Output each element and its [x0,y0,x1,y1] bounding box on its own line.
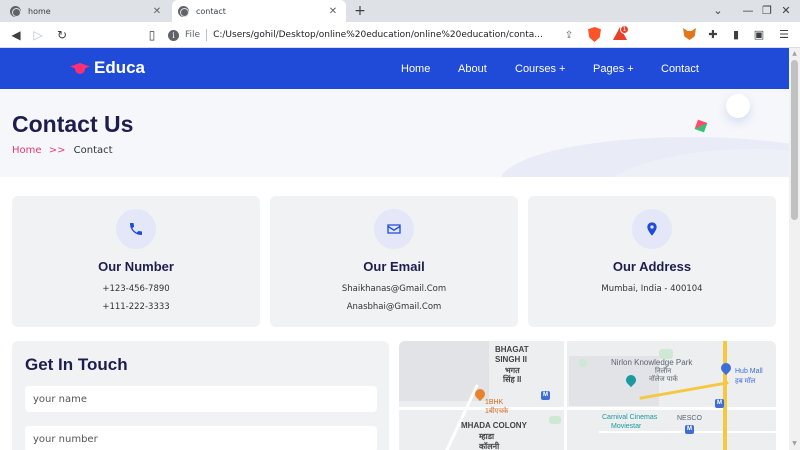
back-icon[interactable]: ◀ [6,25,26,45]
address-bar[interactable]: i File C:/Users/gohil/Desktop/online%20e… [168,25,576,45]
card-title: Our Email [363,259,425,274]
name-input[interactable] [25,386,377,412]
map-label: हब मॉल [735,378,756,385]
graduation-cap-icon [70,61,90,75]
card-title: Our Address [612,259,692,274]
email-card: Our Email Shaikhanas@Gmail.Com Anasbhai@… [270,196,518,327]
nav-contact[interactable]: Contact [661,48,699,89]
nav-courses[interactable]: Courses + [515,48,565,89]
map-label: SINGH II [495,355,528,364]
map-label: Nirlon Knowledge Park [611,358,693,367]
divider [206,29,208,41]
number-input[interactable] [25,426,377,450]
metro-station-icon: M [541,391,550,400]
email-address: Anasbhai@Gmail.Com [346,302,442,312]
nav-pages[interactable]: Pages + [593,48,634,89]
scroll-down-icon[interactable]: ▼ [789,440,800,448]
map-label: नॉलेज पार्क [649,376,678,383]
number-card: Our Number +123-456-7890 +111-222-3333 [12,196,260,327]
window-close-icon[interactable]: ✕ [768,0,800,22]
reload-icon[interactable]: ↻ [52,25,72,45]
close-icon[interactable]: ✕ [150,6,164,17]
browser-toolbar: ◀ ▷ ↻ ▯ i File C:/Users/gohil/Desktop/on… [0,22,800,48]
decorative-cube [694,119,708,133]
address-line: Mumbai, India - 400104 [601,284,703,294]
bookmark-icon[interactable]: ▯ [142,25,162,45]
map-label: MHADA COLONY [461,421,527,430]
globe-icon [178,5,189,17]
brand-name: Educa [94,58,146,77]
wallet-icon[interactable]: ▣ [750,26,768,44]
globe-icon [10,5,21,17]
phone-icon [116,209,156,249]
breadcrumb-separator: >> [48,145,66,156]
decorative-circle [726,94,750,118]
map-label: 1BHK [485,399,504,406]
phone-number: +111-222-3333 [102,302,170,312]
page-viewport: Educa Home About Courses + Pages + Conta… [0,48,789,450]
map-label: सिंह II [503,375,522,384]
brave-shield-icon[interactable] [588,27,601,42]
breadcrumb-current: Contact [73,145,113,156]
map-label: Carnival Cinemas [602,414,658,421]
phone-number: +123-456-7890 [102,284,170,294]
breadcrumb-home-link[interactable]: Home [12,145,42,156]
breadcrumb: Home >> Contact [12,145,113,156]
metro-station-icon: M [715,399,724,408]
sidebar-icon[interactable]: ▮ [727,26,745,44]
page-header: Contact Us Home >> Contact [0,89,789,177]
map-highway [723,341,727,450]
nav-home[interactable]: Home [401,48,430,89]
map-label: Hub Mall [735,368,763,375]
metro-station-icon: M [685,425,694,434]
page-title: Contact Us [12,111,134,137]
email-address: Shaikhanas@Gmail.Com [341,284,447,294]
info-icon[interactable]: i [168,29,179,41]
url-text[interactable]: C:/Users/gohil/Desktop/online%20educatio… [213,30,562,40]
scroll-up-icon[interactable]: ▲ [789,50,800,58]
location-pin-icon [632,209,672,249]
puzzle-icon[interactable]: ✚ [704,26,722,44]
map-label: NESCO [677,415,702,422]
contact-form: Get In Touch [12,341,389,450]
card-title: Our Number [98,259,174,274]
plus-icon[interactable]: + [352,2,368,20]
close-icon[interactable]: ✕ [326,6,340,17]
menu-icon[interactable]: ☰ [775,26,793,44]
tab-title: contact [196,6,226,16]
site-navbar: Educa Home About Courses + Pages + Conta… [0,48,789,89]
tab-home[interactable]: home ✕ [4,0,170,22]
map-label: 1बीएचके [485,408,509,415]
map-park [549,416,561,424]
scheme-label: File [185,30,201,40]
tab-contact[interactable]: contact ✕ [172,0,346,22]
map-road [564,341,567,450]
location-map[interactable]: BHAGAT SINGH II भगत सिंह II Nirlon Knowl… [399,341,776,450]
envelope-icon [374,209,414,249]
page-scrollbar[interactable]: ▲ ▼ [789,48,800,450]
browser-tab-strip: home ✕ contact ✕ + ⌄ — ❐ ✕ [0,0,800,22]
form-heading: Get In Touch [25,355,128,374]
map-pin-icon[interactable] [718,360,734,376]
notification-badge: 1 [620,25,629,34]
map-label: Moviestar [611,423,642,430]
nav-about[interactable]: About [458,48,487,89]
map-label: BHAGAT [495,345,529,354]
map-label: कॉलनी [479,442,500,450]
scroll-thumb[interactable] [791,60,798,220]
metamask-fox-icon[interactable] [683,28,696,40]
brand-logo[interactable]: Educa [70,58,145,78]
tab-title: home [28,6,51,16]
share-icon[interactable]: ⇪ [562,30,576,41]
forward-icon[interactable]: ▷ [28,25,48,45]
address-card: Our Address Mumbai, India - 400104 [528,196,776,327]
map-park [579,359,587,367]
